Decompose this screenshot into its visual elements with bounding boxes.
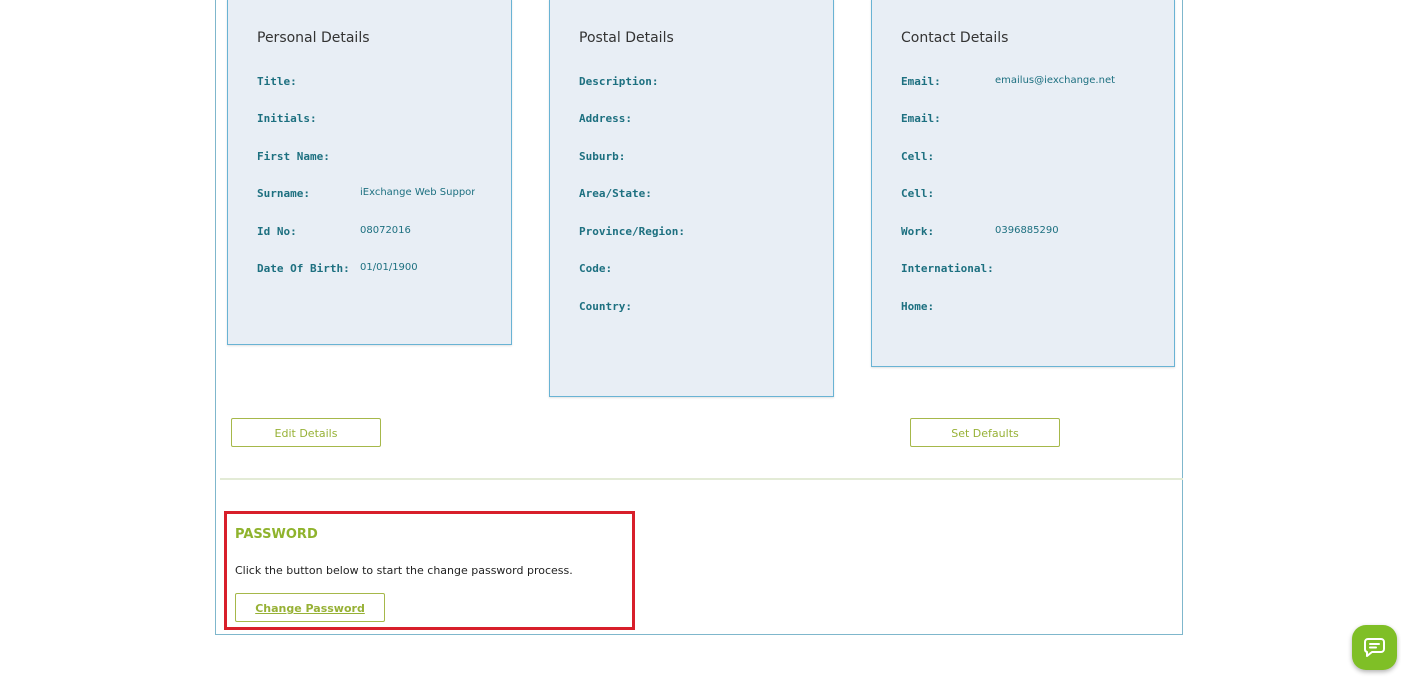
- email-label: Email:: [901, 112, 941, 125]
- postal-row-description: Description:: [579, 75, 829, 91]
- surname-value: iExchange Web Support: [360, 187, 475, 198]
- id-no-value: 08072016: [360, 225, 411, 236]
- postal-row-suburb: Suburb:: [579, 150, 829, 166]
- dob-value: 01/01/1900: [360, 262, 418, 273]
- postal-details-card: Postal Details Description: Address: Sub…: [549, 0, 834, 397]
- contact-row-email-2: Email:: [901, 112, 1171, 128]
- email-label: Email:: [901, 75, 941, 88]
- suburb-label: Suburb:: [579, 150, 626, 163]
- postal-row-address: Address:: [579, 112, 829, 128]
- contact-row-international: International:: [901, 262, 1171, 278]
- password-description: Click the button below to start the chan…: [235, 564, 573, 577]
- personal-row-id-no: Id No: 08072016: [257, 225, 507, 241]
- area-state-label: Area/State:: [579, 187, 652, 200]
- work-label: Work:: [901, 225, 935, 238]
- postal-row-code: Code:: [579, 262, 829, 278]
- country-label: Country:: [579, 300, 632, 313]
- code-label: Code:: [579, 262, 613, 275]
- contact-row-cell-1: Cell:: [901, 150, 1171, 166]
- address-label: Address:: [579, 112, 632, 125]
- change-password-button[interactable]: Change Password: [235, 593, 385, 622]
- personal-details-card: Personal Details Title: Initials: First …: [227, 0, 512, 345]
- contact-row-work: Work: 0396885290: [901, 225, 1171, 241]
- cell-label: Cell:: [901, 187, 935, 200]
- personal-row-initials: Initials:: [257, 112, 507, 128]
- personal-details-title: Personal Details: [257, 30, 370, 46]
- initials-label: Initials:: [257, 112, 317, 125]
- postal-row-area-state: Area/State:: [579, 187, 829, 203]
- title-label: Title:: [257, 75, 297, 88]
- description-label: Description:: [579, 75, 659, 88]
- dob-label: Date Of Birth:: [257, 262, 350, 275]
- section-divider: [220, 478, 1183, 480]
- cell-label: Cell:: [901, 150, 935, 163]
- personal-row-dob: Date Of Birth: 01/01/1900: [257, 262, 507, 278]
- first-name-label: First Name:: [257, 150, 330, 163]
- postal-row-province: Province/Region:: [579, 225, 829, 241]
- contact-row-email-1: Email: emailus@iexchange.net: [901, 75, 1171, 91]
- contact-row-cell-2: Cell:: [901, 187, 1171, 203]
- password-section: PASSWORD Click the button below to start…: [224, 511, 635, 630]
- chat-bubble-icon: [1364, 638, 1385, 657]
- set-defaults-button[interactable]: Set Defaults: [910, 418, 1060, 447]
- personal-row-surname: Surname: iExchange Web Support: [257, 187, 507, 203]
- personal-row-title: Title:: [257, 75, 507, 91]
- contact-row-home: Home:: [901, 300, 1171, 316]
- home-label: Home:: [901, 300, 935, 313]
- postal-row-country: Country:: [579, 300, 829, 316]
- personal-row-first-name: First Name:: [257, 150, 507, 166]
- work-value: 0396885290: [995, 225, 1059, 236]
- surname-label: Surname:: [257, 187, 310, 200]
- contact-details-card: Contact Details Email: emailus@iexchange…: [871, 0, 1175, 367]
- password-heading: PASSWORD: [235, 527, 318, 542]
- contact-details-title: Contact Details: [901, 30, 1009, 46]
- province-label: Province/Region:: [579, 225, 685, 238]
- international-label: International:: [901, 262, 994, 275]
- edit-details-button[interactable]: Edit Details: [231, 418, 381, 447]
- id-no-label: Id No:: [257, 225, 297, 238]
- postal-details-title: Postal Details: [579, 30, 674, 46]
- email-value: emailus@iexchange.net: [995, 75, 1116, 86]
- chat-widget-button[interactable]: [1352, 625, 1397, 670]
